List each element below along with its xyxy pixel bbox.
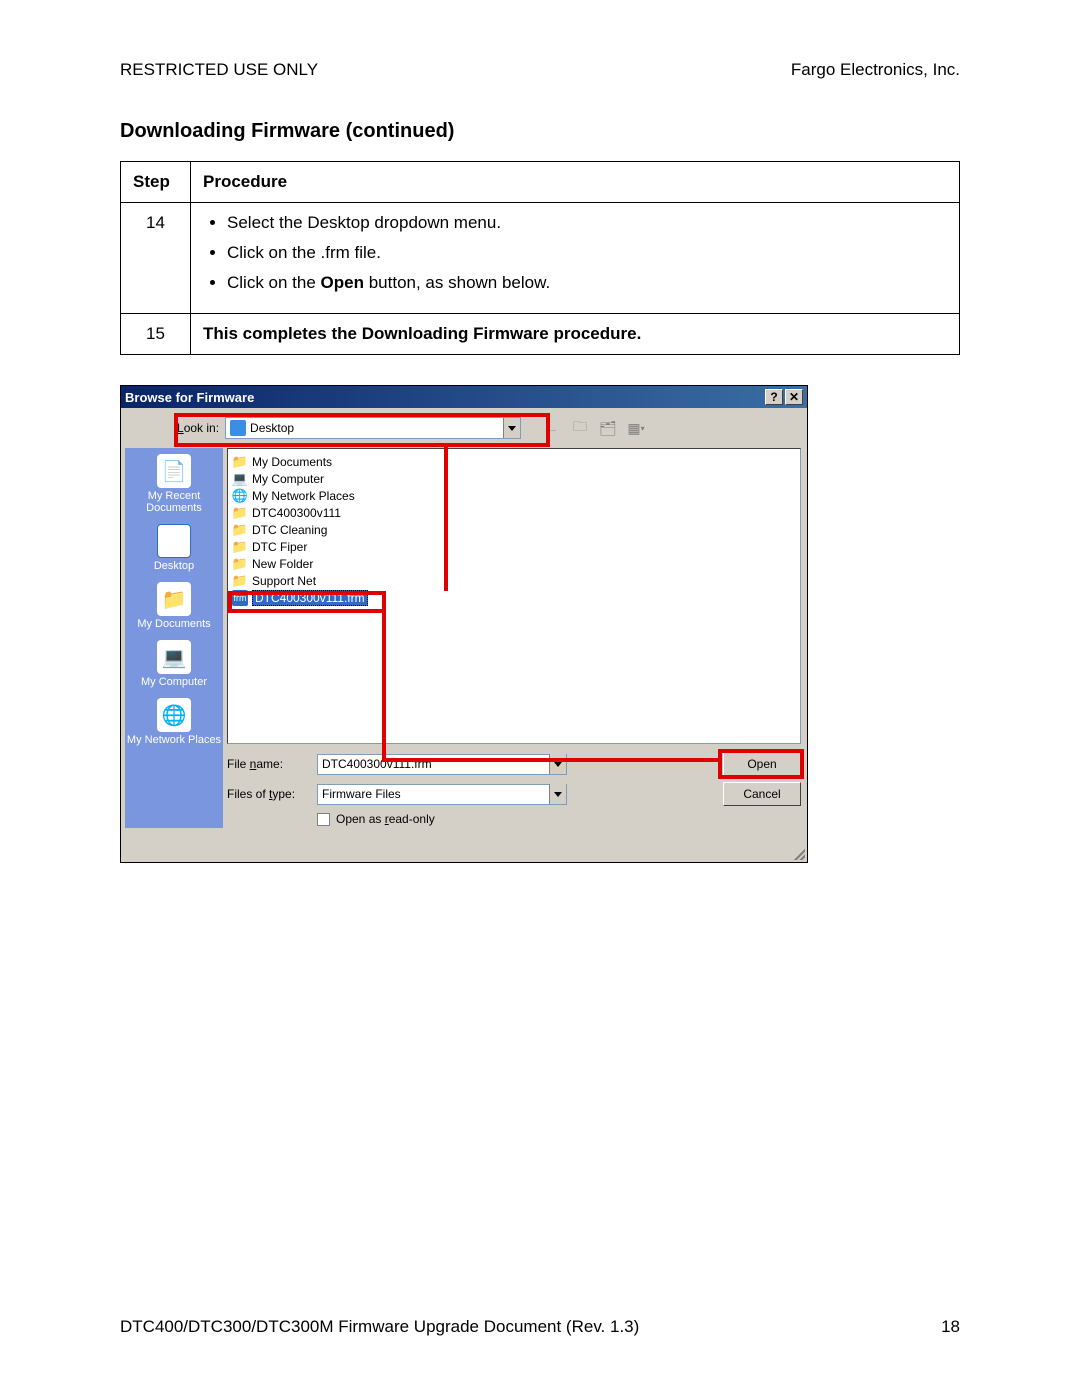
step-14-b2: Click on the .frm file.: [227, 243, 947, 263]
file-item[interactable]: 📁DTC Fiper: [232, 538, 796, 555]
open-button[interactable]: Open: [723, 752, 801, 776]
filename-input[interactable]: DTC400300v111.frm: [317, 754, 567, 775]
filename-drop-arrow[interactable]: [549, 754, 566, 774]
sidebar-network-places[interactable]: 🌐 My Network Places: [127, 698, 221, 746]
step-14-num: 14: [121, 203, 191, 314]
recent-docs-icon: 📄: [157, 454, 191, 488]
frm-file-icon: frm: [232, 590, 248, 606]
folder-icon: 📁: [232, 522, 248, 538]
col-step: Step: [121, 162, 191, 203]
sidebar-desktop[interactable]: 🖥 Desktop: [154, 524, 194, 572]
help-button[interactable]: ?: [765, 389, 783, 405]
file-item[interactable]: 📁New Folder: [232, 555, 796, 572]
filetype-dropdown[interactable]: Firmware Files: [317, 784, 567, 805]
close-button[interactable]: ✕: [785, 389, 803, 405]
filename-label: File name:: [227, 757, 317, 771]
file-item[interactable]: 💻My Computer: [232, 470, 796, 487]
cancel-button[interactable]: Cancel: [723, 782, 801, 806]
up-icon[interactable]: 🗀: [569, 417, 591, 439]
file-item[interactable]: 🌐My Network Places: [232, 487, 796, 504]
browse-dialog: Browse for Firmware ? ✕ Look in: Desktop…: [120, 385, 808, 863]
network-icon: 🌐: [232, 488, 248, 504]
header-restricted: RESTRICTED USE ONLY: [120, 60, 318, 80]
step-15-num: 15: [121, 314, 191, 355]
checkbox-icon: [317, 813, 330, 826]
resize-grip[interactable]: [791, 846, 805, 860]
filetype-drop-arrow[interactable]: [549, 784, 566, 804]
file-item[interactable]: 📁DTC Cleaning: [232, 521, 796, 538]
desktop-sidebar-icon: 🖥: [157, 524, 191, 558]
lookin-label: Look in:: [177, 421, 219, 435]
file-item[interactable]: 📁Support Net: [232, 572, 796, 589]
network-places-icon: 🌐: [157, 698, 191, 732]
header-company: Fargo Electronics, Inc.: [791, 60, 960, 80]
file-list[interactable]: 📁My Documents 💻My Computer 🌐My Network P…: [227, 448, 801, 744]
lookin-drop-arrow[interactable]: [503, 418, 520, 438]
sidebar-my-documents[interactable]: 📁 My Documents: [137, 582, 210, 630]
step-14-b3: Click on the Open button, as shown below…: [227, 273, 947, 293]
filetype-label: Files of type:: [227, 787, 317, 801]
section-title: Downloading Firmware (continued): [120, 120, 960, 143]
views-icon[interactable]: ▦▾: [625, 417, 647, 439]
desktop-icon: [230, 420, 246, 436]
back-icon[interactable]: ←: [541, 417, 563, 439]
folder-icon: 📁: [232, 573, 248, 589]
sidebar-recent-docs[interactable]: 📄 My Recent Documents: [125, 454, 223, 514]
places-sidebar: 📄 My Recent Documents 🖥 Desktop 📁 My Doc…: [125, 448, 223, 828]
procedure-table: Step Procedure 14 Select the Desktop dro…: [120, 161, 960, 355]
footer-doc-title: DTC400/DTC300/DTC300M Firmware Upgrade D…: [120, 1317, 639, 1337]
step-15-proc: This completes the Downloading Firmware …: [191, 314, 960, 355]
folder-icon: 📁: [232, 454, 248, 470]
file-item[interactable]: 📁My Documents: [232, 453, 796, 470]
dialog-titlebar: Browse for Firmware ? ✕: [121, 386, 807, 408]
footer-page-number: 18: [941, 1317, 960, 1337]
file-item-selected[interactable]: frm DTC400300v111.frm: [232, 589, 796, 606]
sidebar-my-computer[interactable]: 💻 My Computer: [141, 640, 207, 688]
lookin-dropdown[interactable]: Desktop: [225, 417, 521, 439]
lookin-value: Desktop: [250, 421, 499, 435]
new-folder-icon[interactable]: 🗂: [597, 417, 619, 439]
my-docs-icon: 📁: [157, 582, 191, 616]
my-computer-icon: 💻: [157, 640, 191, 674]
computer-icon: 💻: [232, 471, 248, 487]
step-14-proc: Select the Desktop dropdown menu. Click …: [191, 203, 960, 314]
folder-icon: 📁: [232, 539, 248, 555]
folder-icon: 📁: [232, 556, 248, 572]
col-procedure: Procedure: [191, 162, 960, 203]
folder-icon: 📁: [232, 505, 248, 521]
step-14-b1: Select the Desktop dropdown menu.: [227, 213, 947, 233]
readonly-checkbox[interactable]: Open as read-only: [317, 812, 801, 826]
dialog-title: Browse for Firmware: [125, 390, 254, 405]
file-item[interactable]: 📁DTC400300v111: [232, 504, 796, 521]
